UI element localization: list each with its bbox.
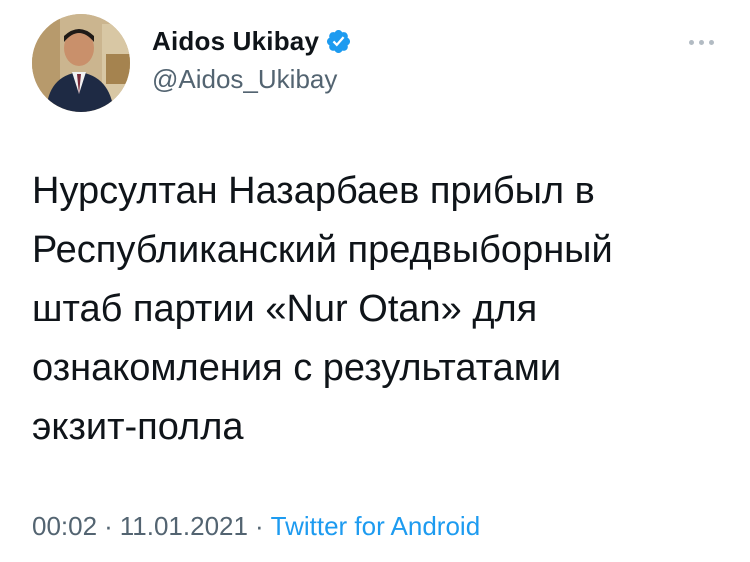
- more-dot: [699, 40, 704, 45]
- tweet-text-line: Нурсултан Назарбаев прибыл в: [32, 170, 595, 212]
- meta-separator: ·: [254, 511, 264, 541]
- tweet-text-line: ознакомления с результатами: [32, 347, 562, 389]
- tweet-card: Aidos Ukibay @Aidos_Ukibay Нурсултан Наз…: [0, 0, 750, 562]
- more-dot: [709, 40, 714, 45]
- meta-separator: ·: [104, 511, 113, 541]
- tweet-text-line: Республиканский предвыборный: [32, 229, 613, 271]
- tweet-text-line: экзит-полла: [32, 406, 244, 448]
- avatar[interactable]: [32, 14, 130, 112]
- more-dot: [689, 40, 694, 45]
- tweet-text-line: штаб партии «Nur Otan» для: [32, 288, 538, 330]
- tweet-date[interactable]: 11.01.2021: [120, 511, 248, 542]
- tweet-text: Нурсултан Назарбаев прибыл в Республикан…: [32, 162, 722, 457]
- tweet-meta: 00:02 · 11.01.2021 · Twitter for Android: [32, 511, 480, 542]
- author-display-name[interactable]: Aidos Ukibay: [152, 26, 319, 57]
- author-name-row[interactable]: Aidos Ukibay: [152, 26, 352, 57]
- tweet-source-link[interactable]: Twitter for Android: [271, 511, 481, 542]
- author-handle[interactable]: @Aidos_Ukibay: [152, 64, 337, 95]
- avatar-photo: [32, 14, 130, 112]
- more-options-icon[interactable]: [689, 40, 714, 45]
- verified-badge-icon: [325, 28, 352, 55]
- tweet-time[interactable]: 00:02: [32, 511, 97, 542]
